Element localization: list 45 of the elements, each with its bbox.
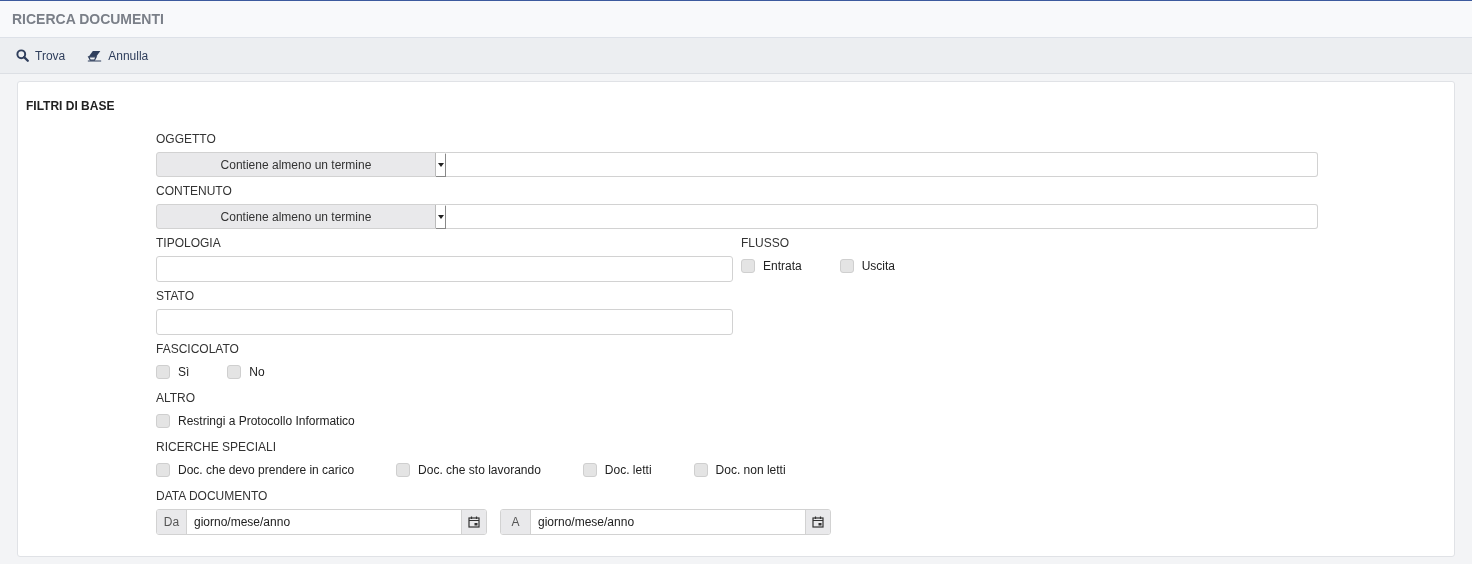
checkbox[interactable] [156, 463, 170, 477]
field-label: FLUSSO [741, 236, 790, 250]
checkbox-label: No [249, 364, 265, 381]
checkbox[interactable] [156, 414, 170, 428]
section-title: FILTRI DI BASE [26, 98, 116, 115]
checkbox[interactable] [227, 365, 242, 379]
calendar-icon[interactable] [461, 510, 486, 534]
checkbox[interactable] [156, 365, 170, 379]
field-label: OGGETTO [156, 132, 217, 146]
calendar-icon[interactable] [805, 510, 830, 534]
field-label: STATO [156, 289, 195, 303]
checkbox[interactable] [396, 463, 411, 477]
date-field[interactable]: A giorno/mese/anno [500, 509, 831, 535]
date-prefix: A [501, 510, 531, 534]
field-label: TIPOLOGIA [156, 236, 222, 250]
checkbox[interactable] [582, 463, 597, 477]
search-icon [16, 49, 29, 62]
field-label: FASCICOLATO [156, 342, 240, 356]
match-dropdown[interactable]: Contiene almeno un termine [156, 152, 446, 177]
checkbox-label: Doc. letti [604, 462, 652, 479]
field-label: RICERCHE SPECIALI [156, 440, 278, 454]
eraser-icon [87, 49, 103, 62]
caret-icon [435, 205, 445, 228]
field-label: CONTENUTO [156, 184, 233, 198]
checkbox-label: Doc. non letti [715, 462, 786, 479]
toolbar-button[interactable]: Annulla [87, 46, 149, 65]
caret-icon [435, 153, 445, 176]
checkbox-label: Uscita [861, 258, 896, 275]
checkbox-label: Entrata [763, 258, 802, 275]
date-field[interactable]: Da giorno/mese/anno [156, 509, 487, 535]
checkbox-label: Doc. che sto lavorando [418, 462, 541, 479]
checkbox[interactable] [693, 463, 708, 477]
toolbar-button[interactable]: Trova [16, 46, 66, 65]
checkbox-label: Doc. che devo prendere in carico [178, 462, 355, 479]
checkbox-label: Restringi a Protocollo Informatico [178, 413, 355, 430]
checkbox[interactable] [741, 259, 755, 273]
checkbox-label: Sì [178, 364, 190, 381]
match-dropdown[interactable]: Contiene almeno un termine [156, 204, 446, 229]
field-label: ALTRO [156, 391, 197, 405]
date-prefix: Da [157, 510, 187, 534]
checkbox[interactable] [839, 259, 854, 273]
date-input[interactable]: giorno/mese/anno [187, 510, 461, 534]
field-label: DATA DOCUMENTO [156, 489, 269, 503]
date-input[interactable]: giorno/mese/anno [531, 510, 805, 534]
page-title: RICERCA DOCUMENTI [12, 9, 164, 29]
